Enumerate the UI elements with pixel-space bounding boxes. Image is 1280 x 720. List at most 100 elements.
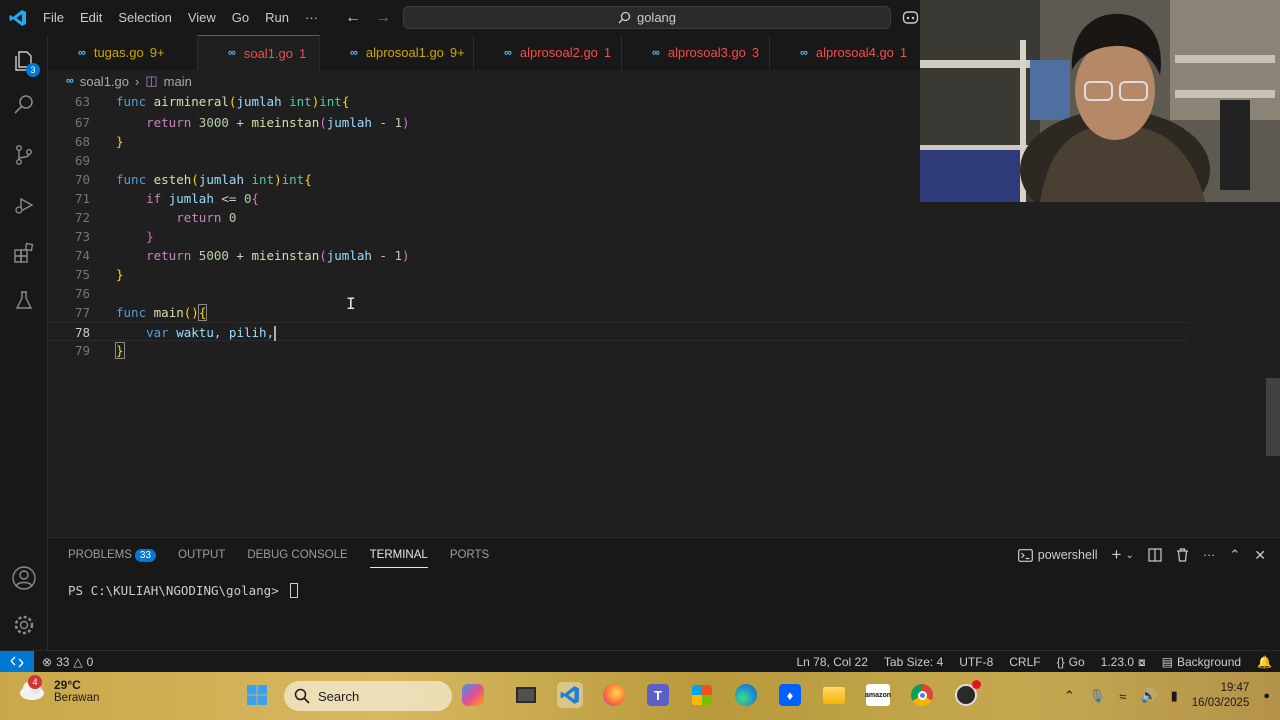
menu-edit[interactable]: Edit xyxy=(72,0,110,35)
tab-soal1-go[interactable]: ∞ soal1.go 1 xyxy=(198,35,320,70)
menu-run[interactable]: Run xyxy=(257,0,297,35)
code-text: func main(){ xyxy=(116,304,208,321)
chevron-down-icon[interactable]: ⌄ xyxy=(1125,550,1133,561)
weather-condition: Berawan xyxy=(54,692,100,704)
error-count: 33 xyxy=(56,654,70,669)
text-cursor xyxy=(274,326,277,341)
obs-studio-icon[interactable] xyxy=(953,680,981,708)
go-file-icon: ∞ xyxy=(78,46,86,59)
terminal-shell-selector[interactable]: powershell xyxy=(1017,548,1098,562)
teams-icon[interactable]: T xyxy=(645,682,671,708)
copilot-app-icon[interactable] xyxy=(460,682,486,708)
account-icon[interactable] xyxy=(0,554,48,602)
background-icon: ▤ xyxy=(1161,655,1173,669)
breadcrumb-symbol[interactable]: main xyxy=(164,74,192,89)
weather-badge: 4 xyxy=(28,674,42,689)
menu-bar: File Edit Selection View Go Run ··· xyxy=(35,0,326,35)
line-number: 79 xyxy=(74,343,90,358)
breadcrumb-file[interactable]: soal1.go xyxy=(80,74,129,89)
encoding[interactable]: UTF-8 xyxy=(951,655,1001,669)
more-actions-icon[interactable]: ··· xyxy=(1203,548,1216,562)
tab-tugas-go[interactable]: ∞ tugas.go 9+ xyxy=(48,35,198,70)
terminal-prompt: PS C:\KULIAH\NGODING\golang> xyxy=(68,583,287,598)
tab-alprosoal2-go[interactable]: ∞ alprosoal2.go 1 xyxy=(474,35,622,70)
source-control-icon[interactable] xyxy=(0,131,48,179)
notification-center-icon[interactable]: ● xyxy=(1263,690,1270,702)
tab-debug-console[interactable]: DEBUG CONSOLE xyxy=(247,549,347,561)
search-sidebar-icon[interactable] xyxy=(0,81,48,129)
dropbox-icon[interactable]: ♦ xyxy=(777,682,803,708)
microsoft-store-icon[interactable] xyxy=(689,682,715,708)
run-debug-icon[interactable] xyxy=(0,181,48,229)
microphone-icon[interactable]: 🎙 xyxy=(1089,688,1106,704)
line-number: 73 xyxy=(74,229,90,244)
chrome-icon[interactable] xyxy=(909,682,935,708)
taskbar-search[interactable]: Search xyxy=(284,681,452,711)
windows-start-icon[interactable] xyxy=(244,682,270,708)
weather-widget[interactable]: 4 29°C Berawan xyxy=(18,674,100,704)
testing-flask-icon[interactable] xyxy=(0,277,48,325)
split-terminal-icon[interactable] xyxy=(1148,548,1162,562)
warning-triangle-icon: △ xyxy=(73,654,83,669)
cursor-position[interactable]: Ln 78, Col 22 xyxy=(789,655,876,669)
chevron-right-icon: › xyxy=(135,73,140,89)
maximize-panel-chevron-up-icon[interactable]: ⌃ xyxy=(1229,547,1240,563)
clock[interactable]: 19:47 16/03/2025 xyxy=(1192,681,1250,711)
tab-terminal[interactable]: TERMINAL xyxy=(369,549,428,568)
extensions-icon[interactable] xyxy=(0,229,48,277)
tab-output[interactable]: OUTPUT xyxy=(178,549,225,561)
volume-icon[interactable]: 🔊 xyxy=(1140,688,1156,704)
back-arrow-icon[interactable]: ← xyxy=(345,9,361,27)
forward-arrow-icon[interactable]: → xyxy=(375,9,391,27)
terminal-output[interactable]: PS C:\KULIAH\NGODING\golang> xyxy=(68,583,299,598)
close-panel-icon[interactable]: ✕ xyxy=(1254,547,1266,564)
panel-tabs: PROBLEMS 33 OUTPUT DEBUG CONSOLE TERMINAL… xyxy=(68,538,489,572)
code-line: 74 return 5000 + mieinstan(jumlah - 1) xyxy=(48,246,1188,265)
code-line: 72 return 0 xyxy=(48,208,1188,227)
tab-label: soal1.go xyxy=(243,45,293,61)
file-explorer-icon[interactable] xyxy=(821,682,847,708)
notifications-bell-icon[interactable]: 🔔 xyxy=(1249,655,1280,669)
settings-gear-icon[interactable] xyxy=(0,601,48,649)
code-text: } xyxy=(115,342,125,359)
battery-icon[interactable]: ▮ xyxy=(1171,688,1178,704)
line-number: 70 xyxy=(74,172,90,187)
end-of-line[interactable]: CRLF xyxy=(1001,655,1048,669)
menu-file[interactable]: File xyxy=(35,0,72,35)
background-status[interactable]: ▤ Background xyxy=(1154,655,1249,669)
remote-connection-icon[interactable] xyxy=(0,650,34,673)
copilot-icon[interactable] xyxy=(902,9,919,28)
tab-alprosoal3-go[interactable]: ∞ alprosoal3.go 3 xyxy=(622,35,770,70)
firefox-icon[interactable] xyxy=(601,682,627,708)
tab-alprosoal1-go[interactable]: ∞ alprosoal1.go 9+ xyxy=(320,35,474,70)
explorer-icon[interactable]: 3 xyxy=(0,37,48,85)
go-version[interactable]: 1.23.0 ⧇ xyxy=(1093,655,1154,670)
editor-scrollbar[interactable] xyxy=(1266,378,1280,456)
code-text: } xyxy=(146,229,154,244)
vscode-taskbar-icon[interactable] xyxy=(557,682,583,708)
new-terminal-plus-icon[interactable]: + xyxy=(1112,545,1122,565)
command-center-search[interactable]: golang xyxy=(403,6,891,29)
menu-go[interactable]: Go xyxy=(224,0,257,35)
go-file-icon: ∞ xyxy=(228,47,236,59)
wifi-icon[interactable]: ≈ xyxy=(1119,689,1126,704)
task-view-icon[interactable] xyxy=(513,682,539,708)
trash-icon[interactable] xyxy=(1176,548,1189,562)
navigation-arrows: ← → xyxy=(345,0,391,35)
braces-icon: {} xyxy=(1056,655,1065,669)
tab-problems[interactable]: PROBLEMS 33 xyxy=(68,548,157,562)
amazon-icon[interactable]: amazon xyxy=(865,682,891,708)
time: 19:47 xyxy=(1220,682,1250,694)
problems-status[interactable]: ⊗ 33 △ 0 xyxy=(34,655,101,669)
menu-view[interactable]: View xyxy=(180,0,224,35)
tab-alprosoal4-go[interactable]: ∞ alprosoal4.go 1 xyxy=(770,35,920,70)
warning-count: 0 xyxy=(86,654,94,669)
menu-more[interactable]: ··· xyxy=(297,0,326,35)
code-text: var waktu, pilih, xyxy=(146,325,277,341)
show-hidden-icons-chevron-up-icon[interactable]: ⌃ xyxy=(1064,688,1075,704)
language-mode[interactable]: {} Go xyxy=(1049,655,1093,669)
tab-size[interactable]: Tab Size: 4 xyxy=(876,655,951,669)
menu-selection[interactable]: Selection xyxy=(110,0,179,35)
edge-icon[interactable] xyxy=(733,682,759,708)
tab-ports[interactable]: PORTS xyxy=(450,549,489,561)
